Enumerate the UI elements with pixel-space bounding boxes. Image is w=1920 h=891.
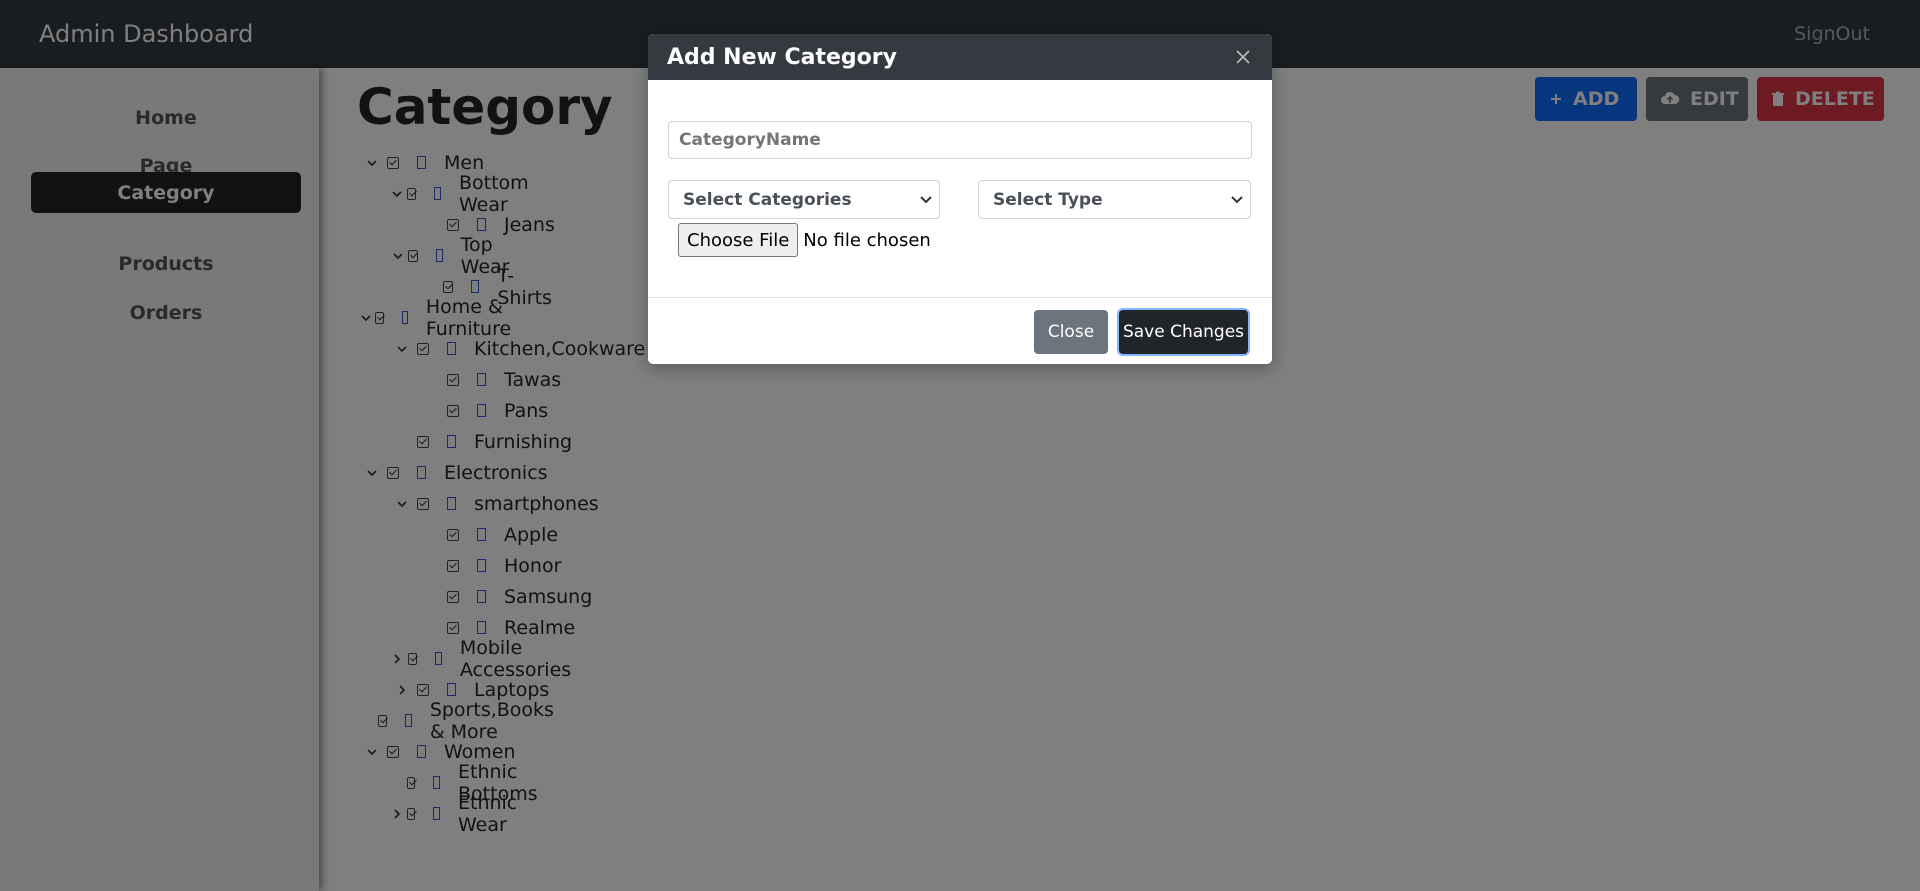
- category-name-input[interactable]: [668, 121, 1252, 159]
- file-status: No file chosen: [803, 229, 931, 251]
- select-categories-value: Select Categories: [683, 189, 852, 210]
- select-categories-dropdown[interactable]: Select Categories: [668, 180, 940, 219]
- file-input: Choose File No file chosen: [678, 223, 931, 257]
- modal-footer: Close Save Changes: [648, 297, 1272, 364]
- close-icon[interactable]: [1234, 48, 1252, 66]
- chevron-down-icon: [1231, 195, 1243, 203]
- save-changes-button[interactable]: Save Changes: [1119, 310, 1248, 354]
- close-button[interactable]: Close: [1034, 310, 1108, 354]
- modal-header: Add New Category: [648, 34, 1272, 80]
- choose-file-button[interactable]: Choose File: [678, 223, 799, 257]
- chevron-down-icon: [920, 195, 932, 203]
- add-category-modal: Add New Category Select Categories Selec…: [648, 34, 1272, 364]
- select-type-value: Select Type: [993, 189, 1103, 210]
- select-type-dropdown[interactable]: Select Type: [978, 180, 1251, 219]
- modal-title: Add New Category: [667, 44, 897, 70]
